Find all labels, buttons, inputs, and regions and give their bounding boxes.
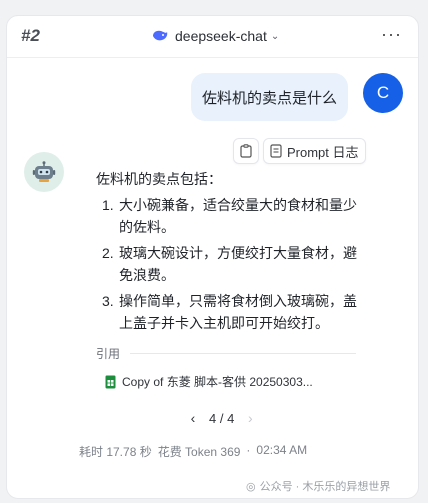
wechat-icon: ◎ [246, 480, 256, 493]
copy-button[interactable] [233, 138, 259, 164]
page-indicator: 4 / 4 [209, 410, 235, 426]
answer-list: 1. 大小碗兼备，适合绞量大的食材和量少的佐料。 2. 玻璃大碗设计，方便绞打大… [96, 194, 366, 334]
next-page-button[interactable]: › [242, 410, 258, 426]
prompt-log-button[interactable]: Prompt 日志 [263, 138, 366, 164]
list-item: 1. 大小碗兼备，适合绞量大的食材和量少的佐料。 [96, 194, 366, 238]
list-item: 3. 操作简单，只需将食材倒入玻璃碗，盖上盖子并卡入主机即可开始绞打。 [96, 290, 366, 334]
list-number: 2. [102, 245, 114, 261]
message-actions: Prompt 日志 [233, 138, 366, 164]
deepseek-logo-icon [153, 30, 168, 41]
model-selector[interactable]: deepseek-chat ⌄ [151, 28, 279, 44]
message-timestamp: 02:34 AM [256, 443, 308, 457]
spreadsheet-icon [105, 375, 116, 388]
chevron-down-icon: ⌄ [270, 30, 280, 42]
avatar-letter: C [376, 83, 390, 102]
more-options-icon[interactable]: ··· [381, 24, 402, 45]
list-text: 玻璃大碗设计，方便绞打大量食材，避免浪费。 [119, 245, 357, 283]
meta-separator: · [246, 443, 251, 457]
answer-intro: 佐料机的卖点包括： [96, 171, 222, 187]
robot-icon [32, 161, 56, 182]
chat-card: #2 deepseek-chat ⌄ ··· 佐料机的卖点是什么 C Promp… [6, 15, 419, 499]
list-text: 大小碗兼备，适合绞量大的食材和量少的佐料。 [119, 197, 357, 235]
user-message: 佐料机的卖点是什么 [191, 73, 348, 121]
bot-answer: 佐料机的卖点包括： 1. 大小碗兼备，适合绞量大的食材和量少的佐料。 2. 玻璃… [96, 168, 366, 338]
watermark-text: 公众号 · 木乐乐的异想世界 [259, 481, 391, 493]
prev-page-button[interactable]: ‹ [185, 410, 201, 426]
elapsed-time: 耗时 17.78 秒 [79, 445, 152, 459]
bot-avatar [24, 152, 64, 192]
reference-title: Copy of 东菱 脚本-客供 20250303... [122, 375, 313, 389]
user-message-text: 佐料机的卖点是什么 [201, 89, 337, 107]
message-meta: 耗时 17.78 秒 花费 Token 369 · 02:34 AM [79, 443, 307, 460]
list-item: 2. 玻璃大碗设计，方便绞打大量食材，避免浪费。 [96, 242, 366, 286]
list-number: 3. [102, 293, 114, 309]
response-pager: ‹ 4 / 4 › [185, 410, 258, 426]
token-cost: 花费 Token 369 [157, 445, 241, 459]
chat-number: #2 [21, 26, 40, 45]
user-avatar: C [363, 73, 403, 113]
divider [130, 353, 356, 354]
citation-header: 引用 [96, 345, 356, 362]
document-icon [270, 144, 282, 158]
reference-link[interactable]: Copy of 东菱 脚本-客供 20250303... [105, 373, 313, 390]
chat-header: #2 deepseek-chat ⌄ ··· [7, 16, 418, 58]
model-name: deepseek-chat [175, 28, 267, 44]
list-number: 1. [102, 197, 114, 213]
prompt-log-label: Prompt 日志 [287, 144, 359, 160]
watermark: ◎ 公众号 · 木乐乐的异想世界 [246, 478, 390, 494]
citation-label: 引用 [96, 347, 121, 361]
list-text: 操作简单，只需将食材倒入玻璃碗，盖上盖子并卡入主机即可开始绞打。 [119, 293, 357, 331]
clipboard-icon [240, 144, 252, 158]
